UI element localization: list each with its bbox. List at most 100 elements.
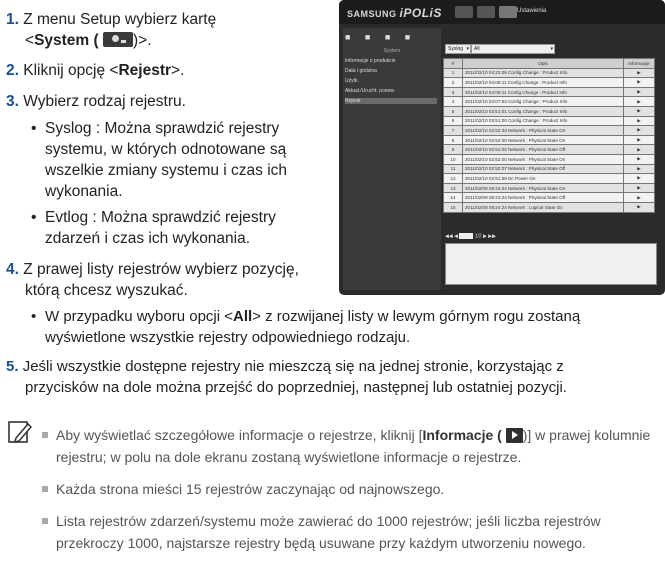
note-2: Każda strona mieści 15 rejestrów zaczyna… [42,478,656,500]
table-row[interactable]: 12 2011/02/10 02:51:59 Dc Power On ▶ [443,173,655,184]
row-description: 2011/02/10 04:22:09 Config Change : Prod… [462,67,624,79]
page-input[interactable] [459,233,474,239]
step-number: 1. [6,11,19,28]
row-description: 2011/02/10 02:52:07 Network : Physical S… [462,163,624,175]
sidebar-item-user[interactable]: Użytk. [345,78,359,84]
row-info-icon[interactable]: ▶ [623,105,655,117]
table-row[interactable]: 6 2011/02/10 03:51:00 Config Change : Pro… [443,115,655,127]
row-info-icon[interactable]: ▶ [623,201,655,213]
sidebar-item-date-time[interactable]: Data i godzina [345,68,377,74]
window-title: Ustawienia [517,8,547,14]
table-header: # Opis Informacje [443,58,655,69]
row-number: 5 [443,105,463,117]
table-row[interactable]: 4 2011/02/10 04:07:53 Config Change : Pro… [443,96,655,107]
bullet-all: W przypadku wyboru opcji <All> z rozwija… [31,306,665,348]
page-count: 1/2 [474,233,482,240]
system-tab-icon [103,32,133,47]
table-row[interactable]: 5 2011/02/10 03:51:01 Config Change : Pro… [443,105,655,117]
row-description: 2011/02/10 03:51:01 Config Change : Prod… [462,105,624,117]
row-number: 12 [443,173,463,184]
row-number: 14 [443,192,463,203]
playback-icon[interactable] [477,6,495,18]
row-info-icon[interactable]: ▶ [623,163,655,175]
table-row[interactable]: 9 2011/02/10 02:52:02 Network : Physical … [443,144,655,155]
bullet-line: Evtlog : Można sprawdzić rejestry [45,209,276,226]
sidebar-item-log[interactable]: Rejestr [345,98,437,104]
col-info: Informacje [623,58,655,69]
log-info-box [445,243,657,285]
step-2: 2. Kliknij opcję <Rejestr>. [6,60,184,81]
row-number: 11 [443,163,463,175]
step-text: którą chcesz wyszukać. [25,282,188,299]
row-info-icon[interactable]: ▶ [623,77,655,88]
table-row[interactable]: 3 2011/02/10 04:09:11 Config Change : Pro… [443,86,655,98]
row-description: 2011/02/10 02:52:33 Network : Physical S… [462,125,624,136]
table-row[interactable]: 1 2011/02/10 04:22:09 Config Change : Pro… [443,67,655,79]
row-number: 10 [443,153,463,165]
step-5: 5. Jeśli wszystkie dostępne rejestry nie… [6,356,564,377]
bracket-close: )>. [133,32,152,49]
row-info-icon[interactable]: ▶ [623,144,655,155]
brand-logo: SAMSUNG iPOLiS [347,6,442,20]
row-info-icon[interactable]: ▶ [623,115,655,127]
bullet-line: wszelkie zmiany systemu i czas ich [45,162,288,179]
row-info-icon[interactable]: ▶ [623,153,655,165]
bullet-syslog: Syslog : Można sprawdzić rejestry system… [31,118,335,202]
row-number: 4 [443,96,463,107]
row-info-icon[interactable]: ▶ [623,96,655,107]
row-number: 13 [443,182,463,194]
table-row[interactable]: 14 2011/02/09 09:24:24 Network : Physical… [443,192,655,203]
step-3: 3. Wybierz rodzaj rejestru. [6,91,186,112]
step-text: przycisków na dole można przejść do popr… [25,379,567,396]
note-3: Lista rejestrów zdarzeń/systemu może zaw… [42,510,656,554]
row-number: 8 [443,134,463,146]
table-row[interactable]: 10 2011/02/10 02:52:00 Network : Physical… [443,153,655,165]
bullet-text: W przypadku wyboru opcji < [45,308,233,325]
row-info-icon[interactable]: ▶ [623,182,655,194]
table-row[interactable]: 2 2011/02/10 04:09:11 Config Change : Pro… [443,77,655,88]
step-number: 3. [6,93,19,110]
info-play-icon [505,428,523,443]
sidebar-item-upgrade[interactable]: Aktual./Urucht. ponow. [345,88,395,94]
pager[interactable]: ◀◀ ◀ 1/2 ▶ ▶▶ [445,233,496,239]
step-5-cont: przycisków na dole można przejść do popr… [25,377,567,398]
table-row[interactable]: 15 2011/02/09 09:24:24 Network : Logical … [443,201,655,213]
row-number: 2 [443,77,463,88]
row-info-icon[interactable]: ▶ [623,67,655,79]
table-row[interactable]: 8 2011/02/10 02:52:00 Network : Physical … [443,134,655,146]
row-info-icon[interactable]: ▶ [623,134,655,146]
monitor-icon[interactable] [455,6,473,18]
row-info-icon[interactable]: ▶ [623,173,655,184]
step-text: Wybierz rodzaj rejestru. [23,93,186,110]
row-info-icon[interactable]: ▶ [623,192,655,203]
top-bar: SAMSUNG iPOLiS Ustawienia [339,0,665,24]
row-info-icon[interactable]: ▶ [623,125,655,136]
sidebar-tab-icons[interactable]: ■ ■ ■ ■ [345,32,416,42]
system-label: System ( [34,32,99,49]
sidebar-item-product-info[interactable]: Informacje o produkcie [345,58,396,64]
bullet-line: wyświetlone wszystkie rejestry odpowiedn… [45,329,411,346]
table-row[interactable]: 11 2011/02/10 02:52:07 Network : Physical… [443,163,655,175]
note-1: Aby wyświetlać szczegółowe informacje o … [42,424,656,468]
setup-screenshot: SAMSUNG iPOLiS Ustawienia ■ ■ ■ ■ System… [339,0,665,295]
step-1-cont: <System ( )>. [25,30,152,51]
row-number: 7 [443,125,463,136]
bullet-line: wykonania. [45,183,123,200]
note-pencil-icon [8,421,32,444]
table-row[interactable]: 7 2011/02/10 02:52:33 Network : Physical … [443,125,655,136]
rejestr-label: Rejestr [118,62,172,79]
log-filter-select[interactable]: All [471,44,555,54]
log-type-select[interactable]: Syslog [445,44,471,54]
col-number: # [443,58,463,69]
table-row[interactable]: 13 2011/02/09 09:24:24 Network : Physical… [443,182,655,194]
row-description: 2011/02/09 09:24:24 Network : Logical St… [462,201,624,213]
row-description: 2011/02/10 04:09:11 Config Change : Prod… [462,86,624,98]
step-text: Z prawej listy rejestrów wybierz pozycję… [23,261,299,278]
step-text: Jeśli wszystkie dostępne rejestry nie mi… [22,358,564,375]
row-info-icon[interactable]: ▶ [623,86,655,98]
note-line: Aby wyświetlać szczegółowe informacje o … [56,424,656,446]
setup-gear-icon[interactable] [499,6,517,18]
note-text: Aby wyświetlać szczegółowe informacje o … [56,427,423,443]
step-number: 4. [6,261,19,278]
step-text-end: >. [171,62,185,79]
